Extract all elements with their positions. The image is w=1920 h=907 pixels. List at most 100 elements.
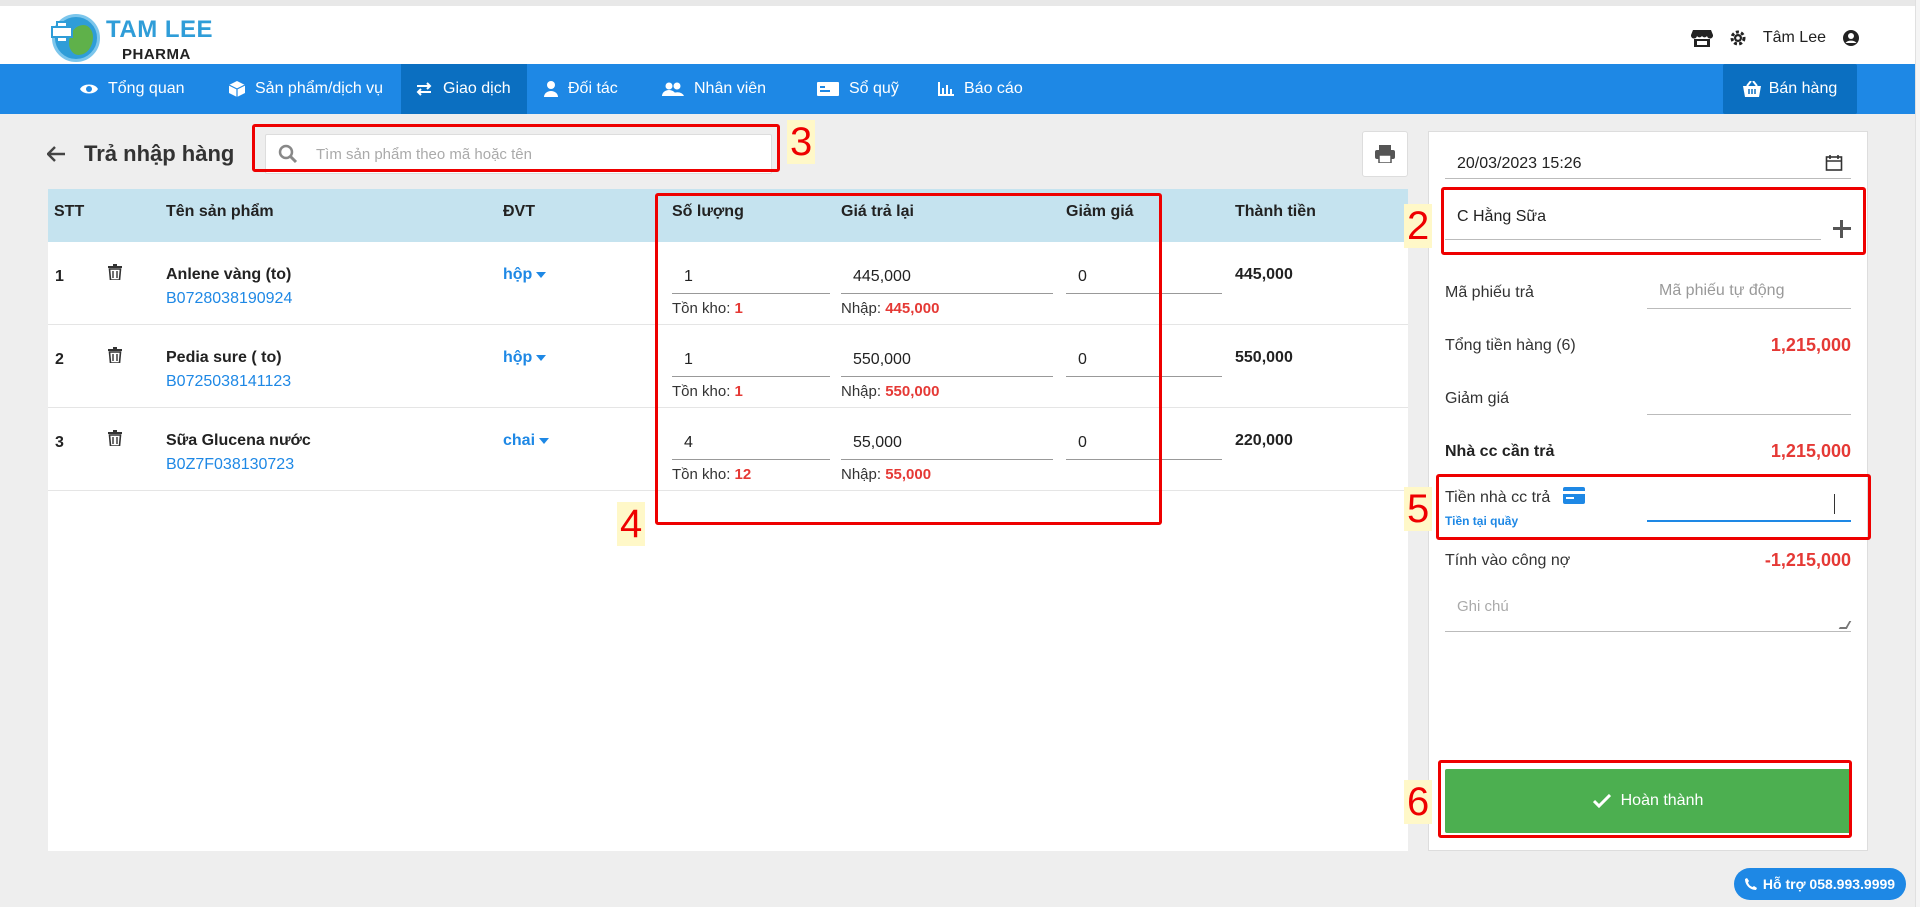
nav-item-transactions[interactable]: Giao dịch	[401, 64, 527, 114]
stock-info: Tồn kho: 1	[672, 300, 743, 317]
product-search-input[interactable]	[316, 145, 756, 163]
caret-down-icon	[536, 272, 547, 278]
user-tie-icon	[544, 81, 558, 97]
gear-icon[interactable]	[1727, 27, 1749, 49]
product-code[interactable]: B0725038141123	[166, 373, 291, 391]
return-price-input[interactable]: 55,000	[841, 426, 1053, 460]
page-header: Trả nhập hàng	[44, 134, 234, 174]
note-textarea[interactable]: Ghi chú	[1445, 592, 1852, 632]
product-name: Sữa Glucena nước	[166, 432, 311, 449]
product-code[interactable]: B0728038190924	[166, 290, 292, 308]
col-total: Thành tiền	[1235, 203, 1316, 220]
col-name: Tên sản phẩm	[166, 203, 274, 220]
add-supplier-plus-icon[interactable]	[1833, 220, 1851, 238]
payment-method-link[interactable]: Tiền tại quầy	[1445, 514, 1518, 528]
calendar-icon[interactable]	[1825, 154, 1843, 172]
caret-down-icon	[539, 438, 550, 444]
nav-label: Sổ quỹ	[849, 80, 899, 97]
exchange-icon	[416, 82, 432, 96]
nav-item-partners[interactable]: Đối tác	[530, 64, 632, 114]
nav-item-reports[interactable]: Báo cáo	[924, 64, 1037, 114]
datetime-field[interactable]: 20/03/2023 15:26	[1445, 149, 1851, 179]
discount-input[interactable]: 0	[1066, 343, 1222, 377]
row-total: 445,000	[1235, 266, 1293, 283]
quantity-input[interactable]: 1	[672, 343, 830, 377]
discount-label: Giảm giá	[1445, 390, 1510, 407]
product-name: Anlene vàng (to)	[166, 266, 292, 283]
support-hotline-button[interactable]: Hỗ trợ 058.993.9999	[1734, 868, 1906, 900]
complete-label: Hoàn thành	[1620, 792, 1704, 809]
col-unit: ĐVT	[503, 203, 535, 220]
table-row: 1 Anlene vàng (to) B0728038190924 hộp 1 …	[48, 242, 1408, 325]
import-price-info: Nhập: 55,000	[841, 466, 932, 483]
trash-icon[interactable]	[108, 347, 126, 367]
discount-input[interactable]: 0	[1066, 260, 1222, 294]
quantity-input[interactable]: 1	[672, 260, 830, 294]
credit-card-icon[interactable]	[1563, 487, 1585, 504]
row-total: 220,000	[1235, 432, 1293, 449]
page-scrollbar[interactable]	[1915, 0, 1920, 907]
user-name[interactable]: Tâm Lee	[1763, 29, 1826, 47]
nav-item-cashbook[interactable]: Sổ quỹ	[803, 64, 913, 114]
main-navbar: Tổng quan Sản phẩm/dịch vụ Giao dịch Đối…	[0, 64, 1915, 114]
return-code-label: Mã phiếu trả	[1445, 284, 1534, 301]
product-name: Pedia sure ( to)	[166, 349, 282, 366]
check-icon	[1592, 794, 1611, 808]
unit-dropdown[interactable]: hộp	[503, 349, 547, 367]
trash-icon[interactable]	[108, 430, 126, 450]
col-stt: STT	[54, 203, 85, 220]
return-code-input[interactable]: Mã phiếu tự động	[1647, 273, 1851, 309]
debt-value: -1,215,000	[1764, 550, 1851, 570]
unit-label: hộp	[503, 266, 533, 283]
row-total: 550,000	[1235, 349, 1293, 366]
nav-item-employees[interactable]: Nhân viên	[648, 64, 780, 114]
print-button[interactable]	[1362, 131, 1408, 177]
nav-item-overview[interactable]: Tổng quan	[66, 64, 199, 114]
note-placeholder: Ghi chú	[1457, 598, 1509, 615]
import-price-info: Nhập: 550,000	[841, 383, 940, 400]
money-icon	[817, 82, 839, 96]
goods-total-value: 1,215,000	[1770, 335, 1851, 355]
supplier-pay-input[interactable]	[1647, 480, 1851, 522]
back-arrow-icon[interactable]	[44, 142, 68, 166]
discount-summary-input[interactable]	[1647, 379, 1851, 415]
printer-icon	[1375, 145, 1395, 163]
discount-input[interactable]: 0	[1066, 426, 1222, 460]
unit-dropdown[interactable]: hộp	[503, 266, 547, 284]
supplier-field[interactable]: C Hằng Sữa	[1445, 194, 1821, 240]
chart-icon	[938, 82, 954, 96]
brand-title: TAM LEE	[106, 16, 214, 43]
sell-button[interactable]: Bán hàng	[1723, 64, 1857, 114]
supplier-due-value: 1,215,000	[1770, 441, 1851, 461]
trash-icon[interactable]	[108, 264, 126, 284]
nav-label: Sản phẩm/dịch vụ	[255, 80, 384, 97]
nav-item-products[interactable]: Sản phẩm/dịch vụ	[215, 64, 397, 114]
return-price-input[interactable]: 445,000	[841, 260, 1053, 294]
support-label: Hỗ trợ 058.993.9999	[1762, 876, 1896, 892]
nav-label: Đối tác	[568, 80, 618, 97]
top-header: TAM LEE PHARMA Tâm Lee	[0, 0, 1920, 64]
nav-label: Báo cáo	[964, 80, 1023, 97]
unit-dropdown[interactable]: chai	[503, 432, 550, 450]
unit-label: hộp	[503, 349, 533, 366]
debt-label: Tính vào công nợ	[1445, 552, 1571, 569]
stock-info: Tồn kho: 1	[672, 383, 743, 400]
user-circle-icon[interactable]	[1840, 27, 1862, 49]
complete-button[interactable]: Hoàn thành	[1445, 769, 1851, 833]
table-row: 2 Pedia sure ( to) B0725038141123 hộp 1 …	[48, 325, 1408, 408]
header-actions: Tâm Lee	[1690, 26, 1862, 50]
col-price: Giá trả lại	[841, 203, 914, 220]
annotation-number-4: 4	[617, 502, 646, 546]
brand-logo[interactable]: TAM LEE PHARMA	[51, 12, 214, 64]
nav-label: Giao dịch	[443, 80, 511, 97]
product-code[interactable]: B0Z7F038130723	[166, 456, 294, 474]
return-price-input[interactable]: 550,000	[841, 343, 1053, 377]
store-icon[interactable]	[1690, 27, 1713, 49]
stock-info: Tồn kho: 12	[672, 466, 752, 483]
resize-grip-icon[interactable]	[1838, 621, 1852, 629]
page-title: Trả nhập hàng	[84, 141, 235, 166]
return-summary-panel: 20/03/2023 15:26 C Hằng Sữa Mã phiếu trả…	[1428, 131, 1868, 851]
quantity-input[interactable]: 4	[672, 426, 830, 460]
product-search-box[interactable]	[265, 134, 772, 174]
row-stt: 2	[55, 351, 64, 368]
